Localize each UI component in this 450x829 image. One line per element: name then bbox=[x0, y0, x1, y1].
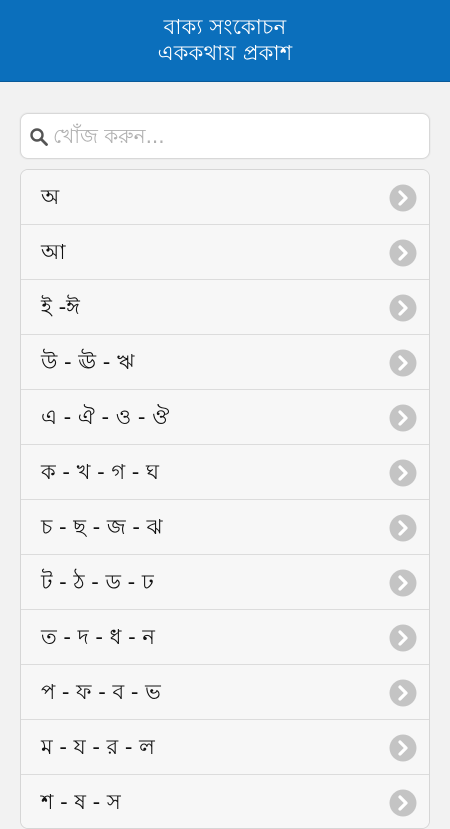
chevron-right-icon bbox=[389, 239, 417, 267]
list-item[interactable]: আ bbox=[21, 225, 429, 280]
list-item[interactable]: ত - দ - ধ - ন bbox=[21, 610, 429, 665]
chevron-right-icon bbox=[389, 459, 417, 487]
app-title-line-1: বাক্য সংকোচন bbox=[163, 15, 287, 39]
chevron-right-icon bbox=[389, 514, 417, 542]
list-item-label: ট - ঠ - ড - ঢ bbox=[41, 570, 154, 594]
list-item[interactable]: চ - ছ - জ - ঝ bbox=[21, 500, 429, 555]
search-box[interactable] bbox=[20, 113, 430, 159]
list-item-label: এ - ঐ - ও - ঔ bbox=[41, 405, 170, 429]
list-item[interactable]: এ - ঐ - ও - ঔ bbox=[21, 390, 429, 445]
chevron-right-icon bbox=[389, 569, 417, 597]
list-item-label: শ - ষ - স bbox=[41, 790, 121, 814]
list-item[interactable]: উ - ঊ - ঋ bbox=[21, 335, 429, 390]
chevron-right-icon bbox=[389, 679, 417, 707]
list-item-label: প - ফ - ব - ভ bbox=[41, 680, 161, 704]
chevron-right-icon bbox=[389, 734, 417, 762]
chevron-right-icon bbox=[389, 349, 417, 377]
list-item[interactable]: শ - ষ - স bbox=[21, 775, 429, 828]
letter-group-list: অ আ ই -ঈ উ - ঊ - ঋ এ - ঐ - ও - ঔ ক - খ - গ - … bbox=[20, 169, 430, 829]
list-item[interactable]: ম - য - র - ল bbox=[21, 720, 429, 775]
chevron-right-icon bbox=[389, 624, 417, 652]
list-item[interactable]: অ bbox=[21, 170, 429, 225]
list-item[interactable]: ক - খ - গ - ঘ bbox=[21, 445, 429, 500]
search-icon bbox=[30, 128, 48, 146]
app-header: বাক্য সংকোচন এককথায় প্রকাশ bbox=[0, 0, 450, 82]
list-item-label: আ bbox=[41, 240, 66, 264]
list-item-label: অ bbox=[41, 185, 60, 209]
list-item-label: ত - দ - ধ - ন bbox=[41, 625, 155, 649]
list-item-label: উ - ঊ - ঋ bbox=[41, 350, 135, 374]
list-item-label: ক - খ - গ - ঘ bbox=[41, 460, 160, 484]
chevron-right-icon bbox=[389, 404, 417, 432]
list-item-label: ই -ঈ bbox=[41, 295, 80, 319]
list-item-label: ম - য - র - ল bbox=[41, 735, 155, 759]
list-item[interactable]: ট - ঠ - ড - ঢ bbox=[21, 555, 429, 610]
chevron-right-icon bbox=[389, 294, 417, 322]
chevron-right-icon bbox=[389, 184, 417, 212]
list-item[interactable]: ই -ঈ bbox=[21, 280, 429, 335]
app-title-line-2: এককথায় প্রকাশ bbox=[157, 41, 293, 65]
list-item[interactable]: প - ফ - ব - ভ bbox=[21, 665, 429, 720]
search-input[interactable] bbox=[53, 120, 413, 152]
list-item-label: চ - ছ - জ - ঝ bbox=[41, 515, 163, 539]
chevron-right-icon bbox=[389, 789, 417, 817]
